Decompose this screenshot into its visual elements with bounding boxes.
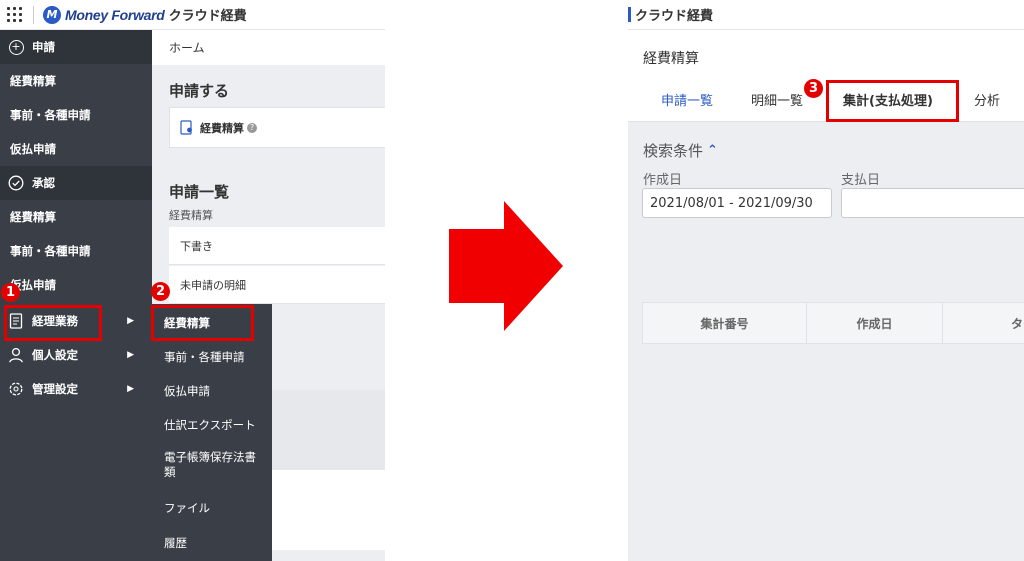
apply-card-label: 経費精算: [200, 121, 244, 135]
sidebar-item-label: 経費精算: [10, 210, 56, 224]
sidebar-item-apply-expense[interactable]: 経費精算: [0, 64, 152, 98]
sidebar-section-label: 申請: [32, 40, 55, 54]
product-name: クラウド経費: [635, 9, 714, 24]
help-icon[interactable]: ?: [247, 122, 257, 133]
flyout-item-history[interactable]: 履歴: [152, 528, 272, 558]
search-conditions-toggle[interactable]: 検索条件 ⌃: [643, 140, 718, 161]
step-badge-3: 3: [804, 79, 823, 98]
apply-expense-card[interactable]: 経費精算 ?: [169, 107, 385, 148]
highlight-box-flyout-expense: [151, 305, 254, 341]
page-title: 経費精算: [643, 51, 699, 67]
summary-table-header: 集計番号 作成日 タイ: [642, 302, 1024, 344]
column-created-date[interactable]: 作成日: [807, 303, 943, 343]
search-title: 検索条件: [643, 142, 704, 160]
apply-heading: 申請する: [169, 82, 230, 100]
list-row-draft[interactable]: 下書き: [169, 227, 385, 265]
sidebar-item-approve-pre[interactable]: 事前・各種申請: [0, 234, 152, 268]
sidebar-item-label: 個人設定: [32, 348, 78, 362]
tab-detail-list[interactable]: 明細一覧: [751, 90, 803, 109]
money-forward-logo-icon: M: [43, 5, 61, 24]
brand-name: Money Forward: [65, 6, 165, 23]
sidebar-section-approve[interactable]: 承認: [0, 166, 152, 200]
product-name: クラウド経費: [168, 9, 247, 24]
sidebar-item-personal-settings[interactable]: 個人設定 ▶: [0, 338, 152, 372]
highlight-box-accounting: [4, 305, 102, 341]
column-summary-number[interactable]: 集計番号: [643, 303, 807, 343]
caret-right-icon: ▶: [127, 350, 134, 360]
sidebar-item-apply-pre[interactable]: 事前・各種申請: [0, 98, 152, 132]
app-grid-icon[interactable]: [7, 6, 23, 23]
sidebar-item-admin-settings[interactable]: 管理設定 ▶: [0, 372, 152, 406]
sidebar: + 申請 経費精算 事前・各種申請 仮払申請 承認 経費精算 事前・各種申請 仮…: [0, 30, 152, 561]
sidebar-item-label: 経費精算: [10, 74, 56, 88]
flyout-item-file[interactable]: ファイル: [152, 493, 272, 523]
caret-right-icon: ▶: [127, 316, 134, 326]
flyout-item-e-book-docs[interactable]: 電子帳簿保存法書類: [152, 447, 264, 483]
caret-right-icon: ▶: [127, 384, 134, 394]
list-heading: 申請一覧: [169, 183, 230, 201]
created-date-range-input[interactable]: 2021/08/01 - 2021/09/30: [642, 188, 832, 218]
gear-icon: [8, 381, 24, 397]
sidebar-item-label: 仮払申請: [10, 142, 56, 156]
sidebar-item-label: 事前・各種申請: [10, 108, 91, 122]
flyout-item-advance[interactable]: 仮払申請: [152, 376, 272, 406]
flyout-item-journal-export[interactable]: 仕訳エクスポート: [152, 410, 272, 440]
plus-circle-icon: +: [8, 39, 24, 55]
step-badge-1: 1: [1, 283, 20, 302]
receipt-person-icon: [180, 119, 194, 136]
list-subheading: 経費精算: [169, 209, 213, 222]
top-bar: クラウド経費: [628, 0, 1024, 30]
breadcrumb: ホーム: [152, 30, 385, 65]
right-arrow-icon: [449, 201, 563, 331]
payment-date-input[interactable]: [841, 188, 1024, 218]
tab-application-list[interactable]: 申請一覧: [661, 90, 713, 109]
left-screenshot: M Money Forward クラウド経費 + 申請 経費精算 事前・各種申請…: [0, 0, 385, 561]
sidebar-item-label: 管理設定: [32, 382, 78, 396]
sidebar-section-apply[interactable]: + 申請: [0, 30, 152, 64]
filter-label-payment: 支払日: [841, 173, 881, 188]
brand-accent-bar: [628, 7, 631, 22]
step-badge-2: 2: [151, 282, 170, 301]
check-circle-icon: [8, 175, 24, 191]
divider: [33, 5, 34, 24]
sidebar-item-approve-expense[interactable]: 経費精算: [0, 200, 152, 234]
list-row-unsubmitted[interactable]: 未申請の明細: [169, 266, 385, 304]
sidebar-item-label: 事前・各種申請: [10, 244, 91, 258]
person-icon: [8, 347, 24, 363]
top-bar: M Money Forward クラウド経費: [0, 0, 385, 30]
right-screenshot: クラウド経費 経費精算 申請一覧 明細一覧 集計(支払処理) 分析 検索条件 ⌃…: [628, 0, 1024, 561]
sidebar-item-approve-advance[interactable]: 仮払申請: [0, 268, 152, 302]
sidebar-section-label: 承認: [32, 176, 55, 190]
filter-label-created: 作成日: [643, 173, 683, 188]
chevron-up-icon: ⌃: [707, 143, 718, 158]
column-title[interactable]: タイ: [943, 303, 1024, 343]
accounting-flyout-menu: 経費精算 事前・各種申請 仮払申請 仕訳エクスポート 電子帳簿保存法書類 ファイ…: [152, 304, 272, 561]
tab-analysis[interactable]: 分析: [974, 90, 1000, 109]
sidebar-item-apply-advance[interactable]: 仮払申請: [0, 132, 152, 166]
flyout-item-pre-request[interactable]: 事前・各種申請: [152, 342, 272, 372]
highlight-box-summary-tab: [826, 80, 959, 122]
